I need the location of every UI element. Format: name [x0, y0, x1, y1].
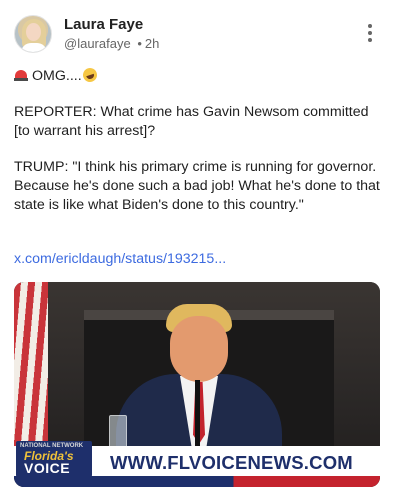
post-time: 2h — [144, 36, 160, 51]
post-reporter-paragraph: REPORTER: What crime has Gavin Newsom co… — [14, 104, 369, 139]
police-siren-icon — [14, 68, 28, 81]
meta-separator: • — [137, 36, 142, 51]
post-line1-text: OMG.... — [32, 68, 82, 84]
author-avatar[interactable] — [14, 15, 52, 53]
author-name[interactable]: Laura Faye — [64, 16, 143, 33]
author-meta: @laurafaye • 2h — [64, 36, 159, 51]
logo-line2: VOICE — [24, 460, 71, 476]
post-media-image[interactable]: NATIONAL NETWORK Florida's VOICE WWW.FLV… — [14, 282, 380, 487]
post-first-line: OMG.... — [14, 66, 383, 86]
water-glass — [109, 415, 127, 449]
american-flag — [14, 282, 48, 467]
author-handle[interactable]: @laurafaye — [64, 36, 131, 51]
social-post: Laura Faye @laurafaye • 2h OMG.... REPORT… — [0, 0, 393, 500]
speaker-figure — [114, 304, 284, 474]
post-link[interactable]: x.com/ericldaugh/status/193215... — [14, 251, 226, 267]
news-banner-stripe — [14, 476, 380, 487]
more-options-icon[interactable] — [365, 24, 375, 44]
post-trump-paragraph: TRUMP: "I think his primary crime is run… — [14, 159, 380, 213]
post-header: Laura Faye @laurafaye • 2h — [14, 14, 379, 54]
banner-url: WWW.FLVOICENEWS.COM — [110, 452, 353, 473]
floridas-voice-logo: NATIONAL NETWORK Florida's VOICE — [16, 441, 92, 477]
laughing-emoji-icon — [80, 66, 99, 84]
